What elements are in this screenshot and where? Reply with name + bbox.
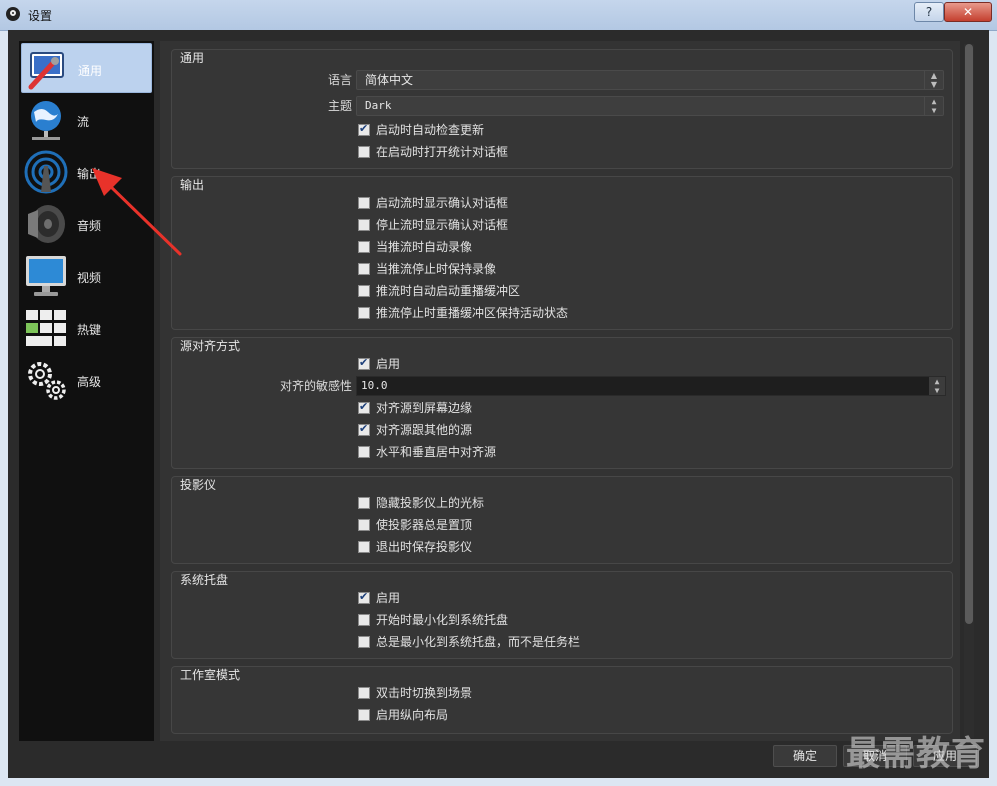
language-select[interactable]: 简体中文 ▲ ▼ — [356, 70, 944, 90]
sidebar-item-hotkeys[interactable]: 热键 — [21, 303, 152, 353]
sidebar-item-advanced[interactable]: 高级 — [21, 355, 152, 405]
tray-option-checkbox[interactable] — [358, 614, 370, 626]
studio-option-checkbox[interactable] — [358, 687, 370, 699]
output-option-checkbox[interactable] — [358, 197, 370, 209]
group-output: 输出 启动流时显示确认对话框 停止流时显示确认对话框 当推流时自动录像 当推流停… — [171, 176, 953, 330]
general-settings-icon — [28, 52, 64, 90]
window-title: 设置 — [28, 9, 53, 23]
snapping-option-label: 对齐源到屏幕边缘 — [376, 401, 473, 415]
theme-label: 主题 — [327, 99, 352, 113]
keyboard-icon — [26, 310, 66, 346]
language-value: 简体中文 — [365, 73, 414, 87]
scrollbar-thumb[interactable] — [965, 44, 973, 624]
studio-option-label: 双击时切换到场景 — [376, 686, 473, 700]
sidebar-item-label: 输出 — [77, 167, 102, 181]
sidebar-item-label: 视频 — [77, 271, 102, 285]
tray-option-checkbox[interactable] — [358, 636, 370, 648]
sidebar-item-output[interactable]: 输出 — [21, 147, 152, 197]
sidebar-item-label: 热键 — [77, 323, 102, 337]
projector-option-label: 使投影器总是置顶 — [376, 518, 473, 532]
sensitivity-value: 10.0 — [361, 379, 388, 392]
check-updates-checkbox[interactable] — [358, 122, 370, 136]
close-button[interactable]: ✕ — [944, 2, 992, 22]
sidebar-item-stream[interactable]: 流 — [21, 95, 152, 145]
sidebar-item-label: 通用 — [78, 64, 103, 78]
tray-option-label: 启用 — [376, 591, 401, 605]
group-title-projector: 投影仪 — [180, 478, 217, 492]
obs-logo-icon — [6, 7, 20, 21]
open-stats-checkbox[interactable] — [358, 146, 370, 158]
sensitivity-spinbox[interactable]: 10.0 ▲ ▼ — [356, 376, 946, 396]
projector-option-checkbox[interactable] — [358, 497, 370, 509]
projector-option-checkbox[interactable] — [358, 519, 370, 531]
settings-panel: 通用 语言 简体中文 ▲▼ 主题 Dark ▲▼ 启动时自动检查更新 在启动时打… — [160, 41, 960, 741]
group-projector: 投影仪 隐藏投影仪上的光标 使投影器总是置顶 退出时保存投影仪 — [171, 476, 953, 564]
group-general: 通用 语言 简体中文 ▲▼ 主题 Dark ▲▼ 启动时自动检查更新 在启动时打… — [171, 49, 953, 169]
output-option-checkbox[interactable] — [358, 219, 370, 231]
watermark: 最需教育 — [846, 734, 986, 774]
monitor-icon — [26, 256, 66, 296]
sidebar-item-label: 高级 — [77, 375, 102, 389]
group-title-output: 输出 — [180, 178, 205, 192]
antenna-signal-icon — [24, 150, 68, 194]
snapping-enable-label: 启用 — [376, 357, 401, 371]
settings-sidebar: 通用 流 输出 音频 视频 热键 高级 — [19, 41, 154, 741]
snapping-option-label: 水平和垂直居中对齐源 — [376, 445, 497, 459]
gears-icon — [28, 362, 66, 400]
updown-arrows-icon[interactable]: ▲ ▼ — [929, 377, 945, 395]
sensitivity-label: 对齐的敏感性 — [279, 379, 352, 393]
projector-option-label: 隐藏投影仪上的光标 — [376, 496, 485, 510]
projector-option-checkbox[interactable] — [358, 541, 370, 553]
tray-option-checkbox[interactable] — [358, 590, 370, 604]
sidebar-item-label: 流 — [77, 115, 90, 129]
sidebar-item-label: 音频 — [77, 219, 102, 233]
updown-arrows-icon: ▲ ▼ — [924, 97, 943, 115]
group-title-general: 通用 — [180, 51, 205, 65]
output-option-checkbox[interactable] — [358, 263, 370, 275]
snapping-option-checkbox[interactable] — [358, 446, 370, 458]
sidebar-item-audio[interactable]: 音频 — [21, 199, 152, 249]
sidebar-item-video[interactable]: 视频 — [21, 251, 152, 301]
group-system-tray: 系统托盘 启用 开始时最小化到系统托盘 总是最小化到系统托盘，而不是任务栏 — [171, 571, 953, 659]
globe-network-icon — [31, 101, 61, 140]
updown-arrows-icon: ▲ ▼ — [924, 71, 943, 89]
tray-option-label: 开始时最小化到系统托盘 — [376, 613, 509, 627]
vertical-scrollbar[interactable] — [964, 44, 974, 738]
output-option-checkbox[interactable] — [358, 307, 370, 319]
output-option-checkbox[interactable] — [358, 285, 370, 297]
output-option-label: 推流停止时重播缓冲区保持活动状态 — [376, 306, 569, 320]
projector-option-label: 退出时保存投影仪 — [376, 540, 473, 554]
group-snapping: 源对齐方式 启用 对齐的敏感性 10.0 ▲▼ 对齐源到屏幕边缘 对齐源跟其他的… — [171, 337, 953, 469]
help-button[interactable]: ? — [914, 2, 944, 22]
snapping-option-checkbox[interactable] — [358, 422, 370, 436]
output-option-label: 停止流时显示确认对话框 — [376, 218, 509, 232]
open-stats-label: 在启动时打开统计对话框 — [376, 145, 509, 159]
output-option-label: 推流时自动启动重播缓冲区 — [376, 284, 521, 298]
output-option-label: 当推流停止时保持录像 — [376, 262, 497, 276]
language-label: 语言 — [327, 73, 352, 87]
theme-value: Dark — [365, 99, 392, 112]
output-option-checkbox[interactable] — [358, 241, 370, 253]
snapping-option-label: 对齐源跟其他的源 — [376, 423, 473, 437]
sidebar-item-general[interactable]: 通用 — [21, 43, 152, 93]
tray-option-label: 总是最小化到系统托盘，而不是任务栏 — [376, 635, 581, 649]
speaker-icon — [28, 205, 65, 243]
group-title-tray: 系统托盘 — [180, 573, 229, 587]
theme-select[interactable]: Dark ▲ ▼ — [356, 96, 944, 116]
title-bar: 设置 ? ✕ — [0, 0, 997, 31]
studio-option-label: 启用纵向布局 — [376, 708, 449, 722]
snapping-option-checkbox[interactable] — [358, 400, 370, 414]
group-title-snapping: 源对齐方式 — [180, 339, 241, 353]
studio-option-checkbox[interactable] — [358, 709, 370, 721]
group-studio-mode: 工作室模式 双击时切换到场景 启用纵向布局 — [171, 666, 953, 734]
output-option-label: 当推流时自动录像 — [376, 240, 473, 254]
ok-button[interactable]: 确定 — [773, 745, 837, 767]
check-updates-label: 启动时自动检查更新 — [376, 123, 485, 137]
snapping-enable-checkbox[interactable] — [358, 356, 370, 370]
output-option-label: 启动流时显示确认对话框 — [376, 196, 509, 210]
group-title-studio: 工作室模式 — [180, 668, 241, 682]
